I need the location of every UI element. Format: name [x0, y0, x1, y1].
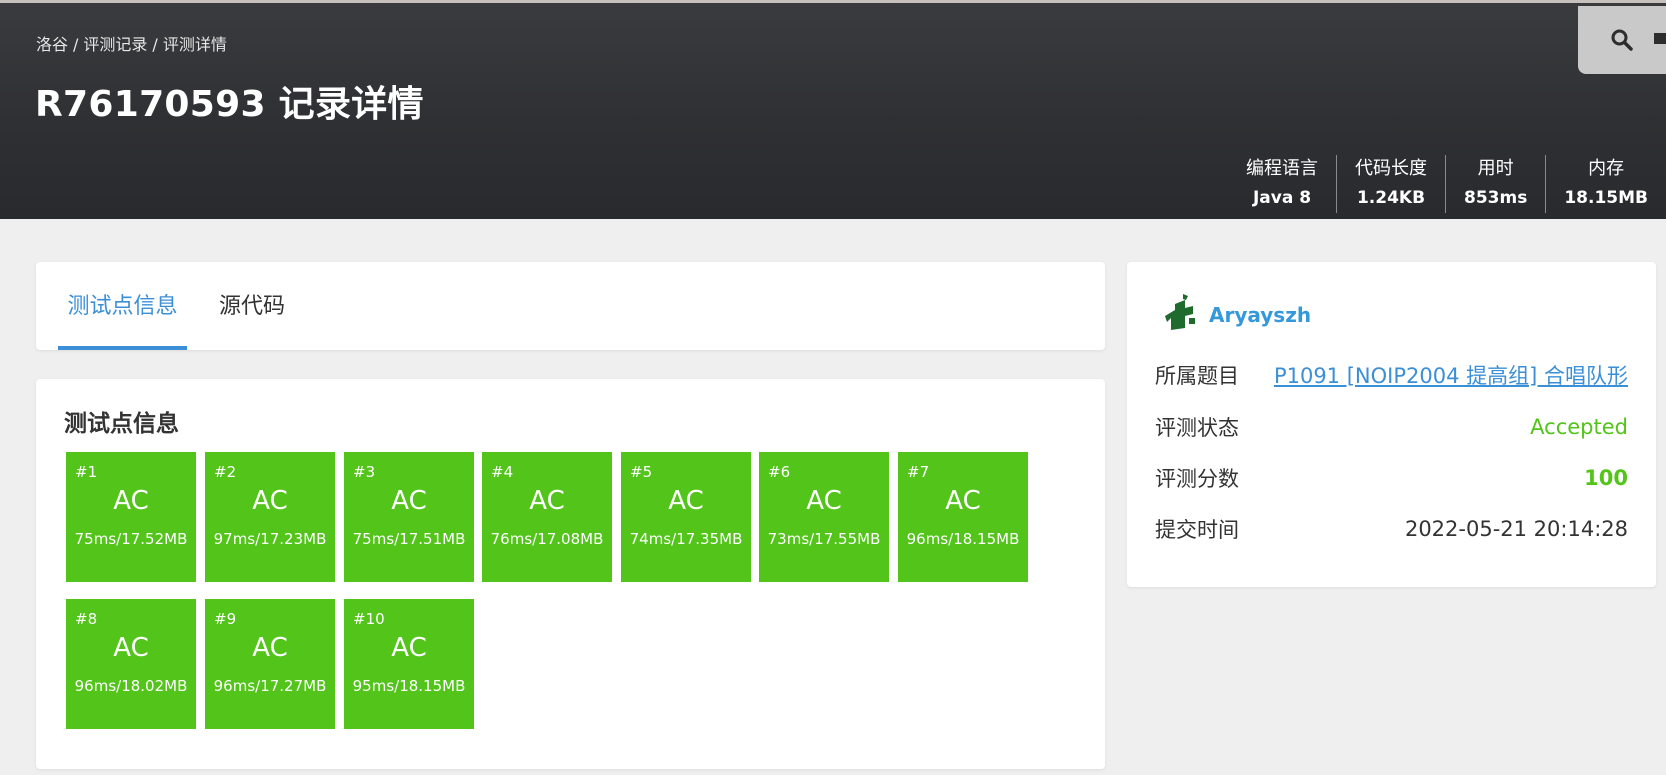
info-row-problem: 所属题目 P1091 [NOIP2004 提高组] 合唱队形: [1155, 358, 1628, 392]
testcase-detail: 96ms/18.02MB: [74, 677, 188, 695]
testcase-number: #4: [491, 463, 514, 481]
info-row-status: 评测状态 Accepted: [1155, 410, 1628, 444]
testcase-detail: 96ms/18.15MB: [906, 530, 1020, 548]
testcase-status: AC: [391, 486, 427, 516]
testcase-box[interactable]: #8 AC 96ms/18.02MB: [66, 599, 196, 729]
page-header: 洛谷 / 评测记录 / 评测详情 R76170593 记录详情 编程语言 Java 8 …: [0, 0, 1666, 219]
breadcrumb-home[interactable]: 洛谷: [36, 35, 68, 54]
judge-score-value: 100: [1584, 466, 1628, 490]
testcase-number: #10: [353, 610, 385, 628]
testcase-detail: 75ms/17.51MB: [352, 530, 466, 548]
search-icon[interactable]: [1610, 28, 1634, 56]
testcase-box[interactable]: #6 AC 73ms/17.55MB: [759, 452, 889, 582]
testcase-detail: 75ms/17.52MB: [74, 530, 188, 548]
stat-value: 18.15MB: [1564, 188, 1648, 208]
submitter[interactable]: Aryayszh: [1161, 292, 1311, 338]
user-avatar-icon[interactable]: [1161, 292, 1199, 338]
testcase-status: AC: [668, 486, 704, 516]
testcase-box[interactable]: #10 AC 95ms/18.15MB: [344, 599, 474, 729]
problem-link[interactable]: P1091 [NOIP2004 提高组] 合唱队形: [1274, 360, 1628, 390]
testcase-detail: 74ms/17.35MB: [629, 530, 743, 548]
testcase-box[interactable]: #2 AC 97ms/17.23MB: [205, 452, 335, 582]
stat-time: 用时 853ms: [1445, 155, 1545, 213]
breadcrumb-current: 评测详情: [162, 35, 227, 54]
testcase-status: AC: [945, 486, 981, 516]
breadcrumb: 洛谷 / 评测记录 / 评测详情: [36, 31, 227, 55]
info-row-submit-time: 提交时间 2022-05-21 20:14:28: [1155, 512, 1628, 546]
testcase-number: #5: [630, 463, 653, 481]
testcase-box[interactable]: #3 AC 75ms/17.51MB: [344, 452, 474, 582]
stat-label: 代码长度: [1355, 158, 1428, 179]
testcase-number: #7: [907, 463, 930, 481]
mail-icon[interactable]: [1654, 33, 1666, 44]
testcase-detail: 73ms/17.55MB: [767, 530, 881, 548]
testcase-box[interactable]: #9 AC 96ms/17.27MB: [205, 599, 335, 729]
stat-language: 编程语言 Java 8: [1228, 155, 1336, 213]
stat-value: Java 8: [1252, 188, 1312, 208]
testcase-detail: 76ms/17.08MB: [490, 530, 604, 548]
testcases-card: 测试点信息 #1 AC 75ms/17.52MB #2 AC 97ms/17.2…: [36, 379, 1105, 769]
testcase-status: AC: [252, 486, 288, 516]
testcase-detail: 97ms/17.23MB: [213, 530, 327, 548]
record-info-card: Aryayszh 所属题目 P1091 [NOIP2004 提高组] 合唱队形 …: [1127, 262, 1656, 587]
breadcrumb-separator: /: [152, 35, 158, 54]
user-name-link[interactable]: Aryayszh: [1209, 303, 1311, 327]
testcase-status: AC: [391, 633, 427, 663]
tabs-card: 测试点信息 源代码: [36, 262, 1105, 350]
submit-time-value: 2022-05-21 20:14:28: [1404, 517, 1628, 541]
testcase-detail: 96ms/17.27MB: [213, 677, 327, 695]
judge-status-value: Accepted: [1530, 415, 1628, 439]
info-label: 所属题目: [1155, 364, 1239, 388]
testcase-box[interactable]: #5 AC 74ms/17.35MB: [621, 452, 751, 582]
tab-testcase-info[interactable]: 测试点信息: [58, 262, 187, 350]
record-stats: 编程语言 Java 8 代码长度 1.24KB 用时 853ms 内存 18.1…: [1228, 155, 1666, 213]
testcase-number: #9: [214, 610, 237, 628]
stat-memory: 内存 18.15MB: [1545, 155, 1666, 213]
testcase-box[interactable]: #4 AC 76ms/17.08MB: [482, 452, 612, 582]
tab-source-code[interactable]: 源代码: [219, 262, 285, 350]
info-label: 提交时间: [1155, 518, 1239, 542]
testcase-status: AC: [806, 486, 842, 516]
testcase-status: AC: [529, 486, 565, 516]
testcase-box[interactable]: #1 AC 75ms/17.52MB: [66, 452, 196, 582]
stat-label: 编程语言: [1246, 158, 1319, 179]
breadcrumb-records[interactable]: 评测记录: [83, 35, 147, 54]
testcase-detail: 95ms/18.15MB: [352, 677, 466, 695]
stat-label: 用时: [1477, 158, 1514, 179]
testcase-number: #6: [768, 463, 791, 481]
stat-label: 内存: [1588, 158, 1625, 179]
testcase-box[interactable]: #7 AC 96ms/18.15MB: [898, 452, 1028, 582]
testcase-number: #1: [75, 463, 98, 481]
stat-value: 1.24KB: [1356, 188, 1426, 208]
testcase-number: #8: [75, 610, 98, 628]
testcase-number: #2: [214, 463, 237, 481]
info-row-score: 评测分数 100: [1155, 461, 1628, 495]
testcase-number: #3: [353, 463, 376, 481]
info-label: 评测状态: [1155, 416, 1239, 440]
testcase-status: AC: [252, 633, 288, 663]
info-label: 评测分数: [1155, 467, 1239, 491]
stat-code-length: 代码长度 1.24KB: [1336, 155, 1445, 213]
testcases-title: 测试点信息: [64, 411, 179, 437]
page-title: R76170593 记录详情: [35, 84, 424, 125]
testcase-status: AC: [113, 633, 149, 663]
testcase-status: AC: [113, 486, 149, 516]
stat-value: 853ms: [1464, 188, 1528, 208]
search-toolbar[interactable]: [1578, 6, 1666, 74]
breadcrumb-separator: /: [73, 35, 79, 54]
